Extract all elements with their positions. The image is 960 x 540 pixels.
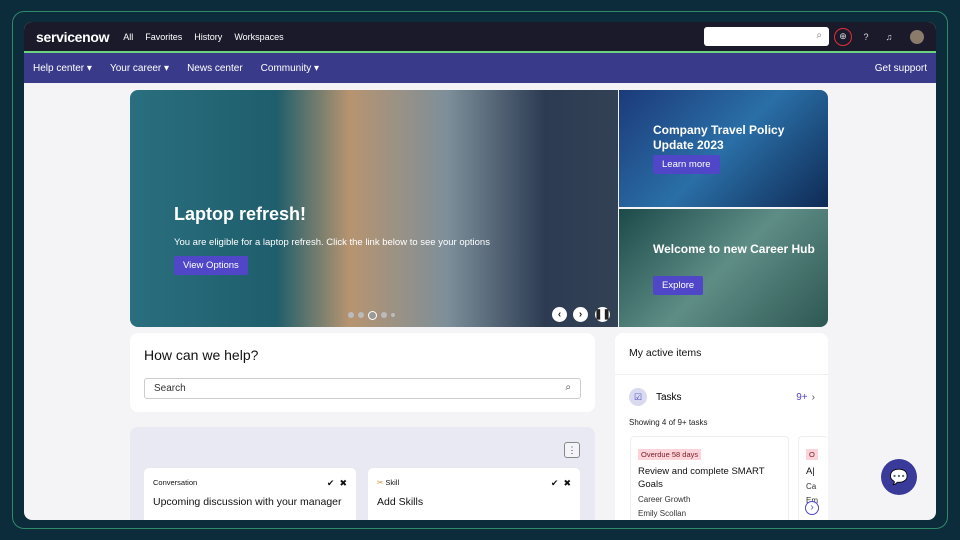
hero-carousel: Laptop refresh! You are eligible for a l… [130,90,618,327]
task-category: Career Growth [638,495,691,504]
active-items-card: My active items ☑ Tasks 9+ › Showing 4 of… [615,333,828,520]
servicenow-logo[interactable]: servicenow [36,29,110,45]
more-options-icon[interactable]: ⋮ [564,442,580,458]
carousel-dot[interactable] [381,312,387,318]
chat-icon[interactable]: 💬 [881,459,917,495]
hero-subtitle: You are eligible for a laptop refresh. C… [174,237,490,248]
carousel-dot-active[interactable] [368,310,377,320]
checkbox-icon: ☑ [629,388,647,406]
card-title: Upcoming discussion with your manager [153,496,342,508]
explore-button[interactable]: Explore [653,276,704,295]
showing-text: Showing 4 of 9+ tasks [629,418,708,427]
search-placeholder: Search [154,383,186,394]
recommendations-panel: ⋮ Conversation ✔ ✖ Upcoming discussion w… [130,427,595,520]
user-avatar[interactable] [910,29,924,44]
accept-dismiss-icons[interactable]: ✔ ✖ [551,478,571,489]
task-title: Review and complete SMART Goals [638,466,765,490]
tasks-label: Tasks [656,391,682,403]
hero-title: Laptop refresh! [174,204,307,224]
sub-nav: Help center ▾ Your career ▾ News center … [24,53,936,83]
overdue-badge: O [806,449,818,460]
carousel-dot[interactable] [358,312,364,318]
prev-slide-icon[interactable]: ‹ [552,307,567,322]
global-search-input[interactable]: ⌕ [704,27,829,46]
menu-your-career[interactable]: Your career ▾ [110,63,169,74]
tasks-row[interactable]: ☑ Tasks 9+ › [629,388,815,406]
bell-icon[interactable]: ♫ [880,28,898,46]
travel-policy-banner: Company Travel Policy Update 2023 Learn … [619,90,828,207]
active-items-title: My active items [615,333,828,375]
top-bar: servicenow All Favorites History Workspa… [24,22,936,53]
nav-history[interactable]: History [194,32,222,42]
menu-community[interactable]: Community ▾ [261,63,319,74]
next-task-icon[interactable]: › [805,501,819,515]
next-slide-icon[interactable]: › [573,307,588,322]
menu-help-center[interactable]: Help center ▾ [33,63,92,74]
globe-icon[interactable]: ⊕ [834,27,852,46]
help-search-input[interactable]: Search ⌕ [144,378,581,399]
help-card: How can we help? Search ⌕ [130,333,595,412]
task-person: Emily Scollan [638,509,687,518]
conversation-card[interactable]: Conversation ✔ ✖ Upcoming discussion wit… [144,468,356,520]
card-title: Add Skills [377,496,424,508]
search-icon: ⌕ [816,30,822,41]
chevron-right-icon[interactable]: › [812,392,815,403]
menu-news-center[interactable]: News center [187,63,243,74]
task-category: Ca [806,482,817,491]
nav-all[interactable]: All [123,32,133,42]
accept-dismiss-icons[interactable]: ✔ ✖ [327,478,347,489]
carousel-dot[interactable] [391,313,395,317]
get-support-link[interactable]: Get support [875,63,927,74]
task-title: A| [806,466,815,477]
tasks-count[interactable]: 9+ [796,392,807,403]
skill-kind-row: ✂ Skill [377,478,571,487]
overdue-badge: Overdue 58 days [638,449,702,460]
tools-icon: ✂ [377,478,384,487]
card-kind: Conversation [153,478,198,487]
travel-policy-title: Company Travel Policy Update 2023 [653,123,785,152]
nav-workspaces[interactable]: Workspaces [234,32,283,42]
help-icon[interactable]: ? [857,28,875,46]
help-title: How can we help? [144,347,259,363]
card-kind: Skill [385,478,400,487]
portal-screen: servicenow All Favorites History Workspa… [24,22,936,520]
search-icon: ⌕ [565,382,571,393]
career-hub-banner: Welcome to new Career Hub Explore [619,209,828,327]
carousel-dots [348,310,395,320]
task-card[interactable]: Overdue 58 days Review and complete SMAR… [630,436,789,520]
view-options-button[interactable]: View Options [174,256,248,275]
nav-favorites[interactable]: Favorites [145,32,182,42]
learn-more-button[interactable]: Learn more [653,155,720,174]
carousel-dot[interactable] [348,312,354,318]
career-hub-title: Welcome to new Career Hub [653,242,815,256]
skill-card[interactable]: ✂ Skill ✔ ✖ Add Skills [368,468,580,520]
pause-icon[interactable]: ❚❚ [594,307,611,322]
